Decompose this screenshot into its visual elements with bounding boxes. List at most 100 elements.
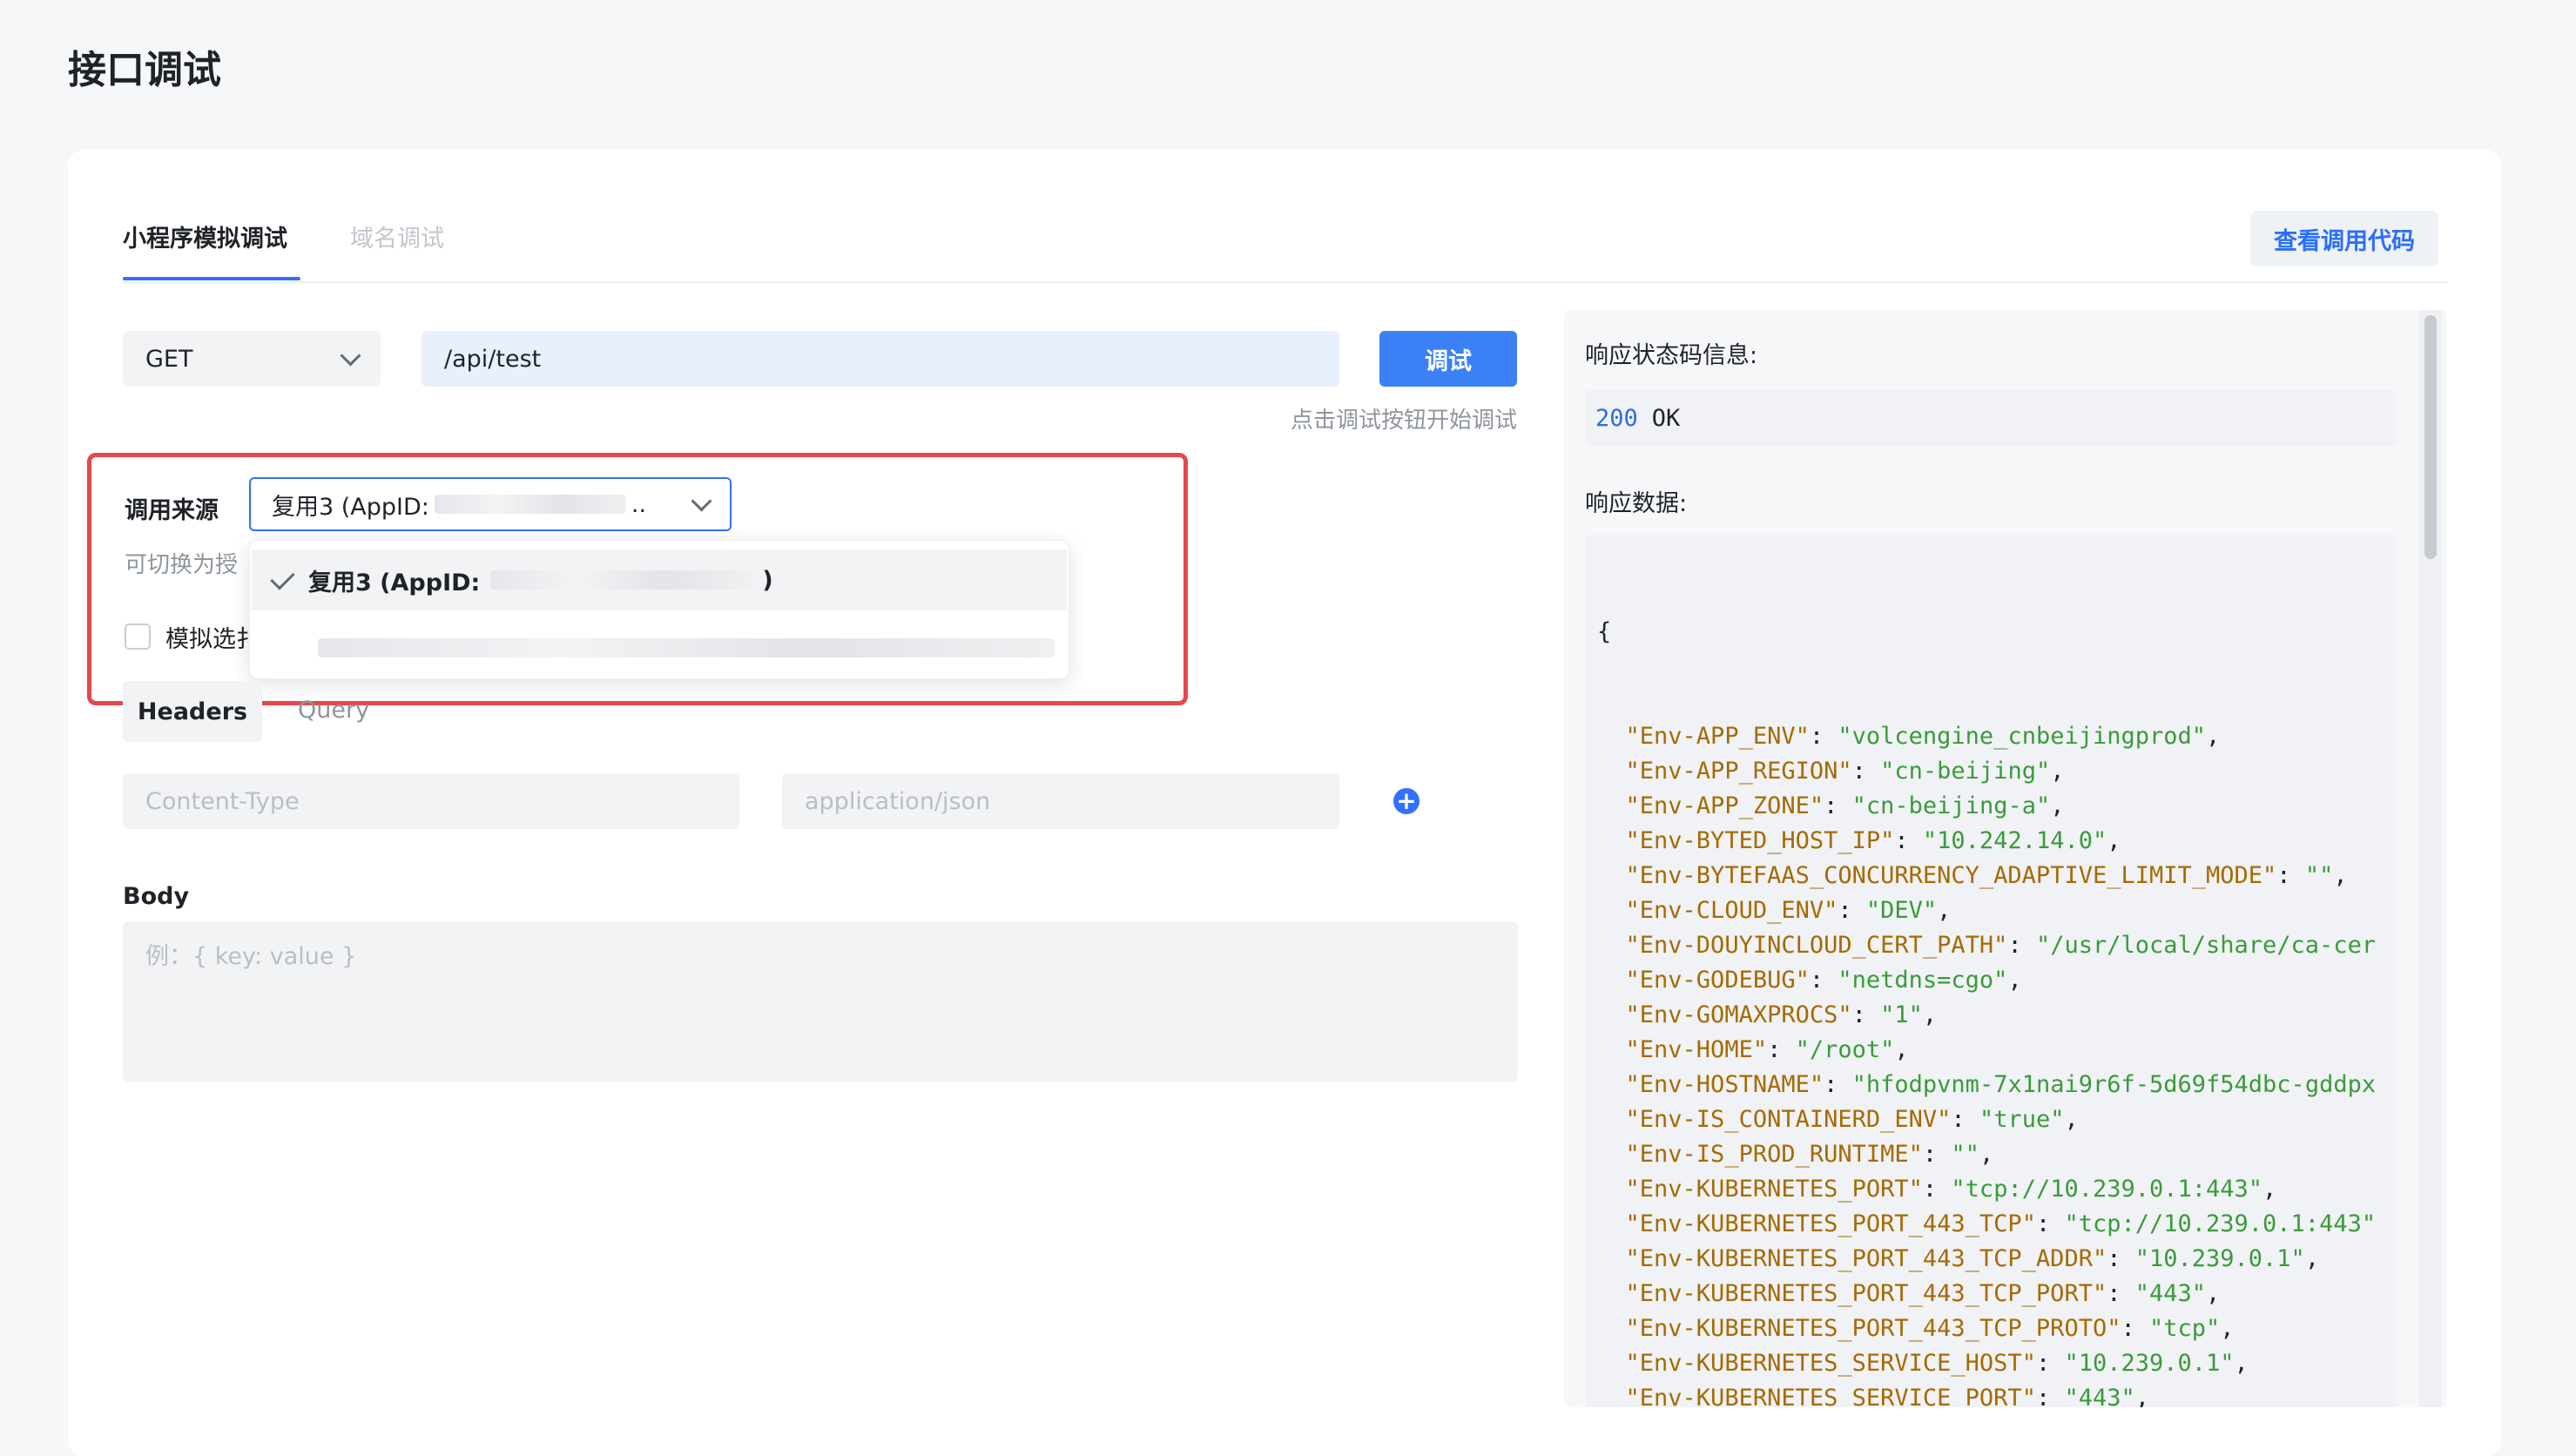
json-separator: , xyxy=(2304,1245,2320,1272)
json-key-quote: " xyxy=(2092,1245,2107,1272)
json-value: "1" xyxy=(1880,1001,1923,1028)
json-key-quote: " xyxy=(1625,1210,1640,1237)
json-key: Env-APP_REGION xyxy=(1639,758,1838,785)
json-value: "tcp" xyxy=(2149,1315,2221,1342)
json-line: "Env-APP_ZONE": "cn-beijing-a", xyxy=(1625,792,2065,819)
json-key-quote: " xyxy=(1795,967,1810,994)
body-textarea[interactable]: 例：{ key: value } xyxy=(123,921,1518,1082)
response-json: { "Env-APP_ENV": "volcengine_cnbeijingpr… xyxy=(1585,535,2397,1407)
json-line: "Env-KUBERNETES_SERVICE_PORT": "443", xyxy=(1597,1381,2384,1407)
json-line: "Env-GODEBUG": "netdns=cgo", xyxy=(1625,967,2022,994)
json-key: Env-KUBERNETES_SERVICE_PORT xyxy=(1639,1385,2022,1407)
json-key-quote: " xyxy=(2092,1280,2107,1307)
json-separator: , xyxy=(2107,827,2121,854)
subtab-query[interactable]: Query xyxy=(298,697,369,724)
json-value: "tcp://10.239.0.1:443" xyxy=(2064,1210,2377,1237)
json-value: "/root" xyxy=(1795,1036,1895,1063)
scrollbar-thumb[interactable] xyxy=(2424,315,2437,559)
json-separator: , xyxy=(2262,1176,2277,1203)
json-key-quote: " xyxy=(1824,897,1838,924)
json-key-quote: " xyxy=(2021,1385,2036,1407)
json-value: "volcengine_cnbeijingprod" xyxy=(1838,723,2207,750)
json-lines: "Env-APP_ENV": "volcengine_cnbeijingprod… xyxy=(1597,719,2384,1407)
debug-button[interactable]: 调试 xyxy=(1379,331,1517,387)
json-value: "" xyxy=(2304,862,2334,889)
json-key: Env-KUBERNETES_PORT xyxy=(1639,1176,1909,1203)
json-key: Env-KUBERNETES_SERVICE_HOST xyxy=(1639,1350,2022,1377)
subtab-headers[interactable]: Headers xyxy=(123,681,262,742)
json-key-quote: " xyxy=(1838,758,1852,785)
status-text: OK xyxy=(1651,404,1681,432)
json-separator: , xyxy=(2220,1315,2235,1342)
json-key-quote: " xyxy=(1880,827,1895,854)
json-key-quote: " xyxy=(2021,1350,2036,1377)
json-value: "tcp://10.239.0.1:443" xyxy=(1951,1176,2263,1203)
json-value: "10.242.14.0" xyxy=(1922,827,2107,854)
json-key-quote: " xyxy=(1752,1036,1768,1063)
json-key: Env-IS_CONTAINERD_ENV xyxy=(1639,1106,1938,1133)
json-key-quote: " xyxy=(1625,1280,1640,1307)
body-label: Body xyxy=(123,883,190,910)
json-key-quote: " xyxy=(1625,758,1640,785)
method-select[interactable]: GET xyxy=(123,331,381,387)
tabs-divider xyxy=(123,281,2448,283)
response-status-box: 200 OK xyxy=(1585,390,2397,446)
response-data-label: 响应数据: xyxy=(1585,490,1688,517)
debug-hint: 点击调试按钮开始调试 xyxy=(1290,408,1517,434)
json-key: Env-BYTEFAAS_CONCURRENCY_ADAPTIVE_LIMIT_… xyxy=(1639,862,2263,889)
json-separator: , xyxy=(2050,792,2065,819)
header-key-input[interactable]: Content-Type xyxy=(123,773,739,829)
tab-miniprogram-debug[interactable]: 小程序模拟调试 xyxy=(123,219,287,253)
json-separator: , xyxy=(1894,1036,1909,1063)
chevron-down-icon xyxy=(340,344,361,367)
json-key-quote: " xyxy=(1625,1001,1640,1028)
json-key-quote: " xyxy=(1625,967,1640,994)
json-key-quote: " xyxy=(1625,723,1640,750)
json-value: "netdns=cgo" xyxy=(1838,967,2008,994)
json-key: Env-HOME xyxy=(1639,1036,1753,1063)
json-key-quote: " xyxy=(2021,1210,2036,1237)
json-key-quote: " xyxy=(1625,827,1640,854)
json-key: Env-APP_ZONE xyxy=(1639,792,1810,819)
view-code-button[interactable]: 查看调用代码 xyxy=(2250,211,2438,266)
json-key: Env-KUBERNETES_PORT_443_TCP xyxy=(1639,1210,2022,1237)
method-value: GET xyxy=(145,345,193,373)
json-key: Env-GOMAXPROCS xyxy=(1639,1001,1838,1028)
json-line: "Env-HOSTNAME": "hfodpvnm-7x1nai9r6f-5d6… xyxy=(1625,1071,2377,1098)
add-circle-icon[interactable]: + xyxy=(1393,788,1419,814)
json-line: "Env-BYTEFAAS_CONCURRENCY_ADAPTIVE_LIMIT… xyxy=(1625,862,2348,889)
json-key-quote: " xyxy=(2107,1315,2121,1342)
json-separator: , xyxy=(2206,1280,2221,1307)
tab-domain-debug[interactable]: 域名调试 xyxy=(350,219,444,253)
json-key-quote: " xyxy=(1625,1176,1640,1203)
json-line: "Env-KUBERNETES_PORT_443_TCP_ADDR": "10.… xyxy=(1625,1245,2320,1272)
json-line: "Env-KUBERNETES_SERVICE_HOST": "10.239.0… xyxy=(1625,1350,2249,1377)
json-key: Env-KUBERNETES_PORT_443_TCP_ADDR xyxy=(1639,1245,2093,1272)
json-key: Env-BYTED_HOST_IP xyxy=(1639,827,1881,854)
json-key-quote: " xyxy=(1625,932,1640,959)
json-value: "true" xyxy=(1979,1106,2065,1133)
json-key: Env-IS_PROD_RUNTIME xyxy=(1639,1141,1909,1168)
active-tab-indicator xyxy=(123,277,300,280)
json-separator: , xyxy=(2206,723,2221,750)
json-key-quote: " xyxy=(1795,723,1810,750)
json-key: Env-HOSTNAME xyxy=(1639,1071,1810,1098)
json-open-brace: { xyxy=(1597,618,1612,645)
json-value: "/usr/local/share/ca-cer xyxy=(2035,932,2377,959)
json-separator: , xyxy=(2050,758,2065,785)
json-key-quote: " xyxy=(1809,1071,1824,1098)
url-input[interactable] xyxy=(421,331,1339,387)
json-line: "Env-HOME": "/root", xyxy=(1625,1036,1909,1063)
json-line: "Env-IS_PROD_RUNTIME": "", xyxy=(1625,1141,1994,1168)
json-key-quote: " xyxy=(1625,1036,1640,1063)
json-value: "" xyxy=(1951,1141,1979,1168)
json-key: Env-DOUYINCLOUD_CERT_PATH xyxy=(1639,932,1994,959)
json-line: "Env-KUBERNETES_PORT_443_TCP": "tcp://10… xyxy=(1625,1210,2377,1237)
json-value: "hfodpvnm-7x1nai9r6f-5d69f54dbc-gddpx xyxy=(1851,1071,2377,1098)
json-key-quote: " xyxy=(1625,792,1640,819)
header-value-input[interactable]: application/json xyxy=(782,773,1339,829)
json-value: "cn-beijing" xyxy=(1880,758,2051,785)
json-key-quote: " xyxy=(1908,1176,1923,1203)
json-separator: , xyxy=(1937,897,1952,924)
json-separator: , xyxy=(2333,862,2348,889)
